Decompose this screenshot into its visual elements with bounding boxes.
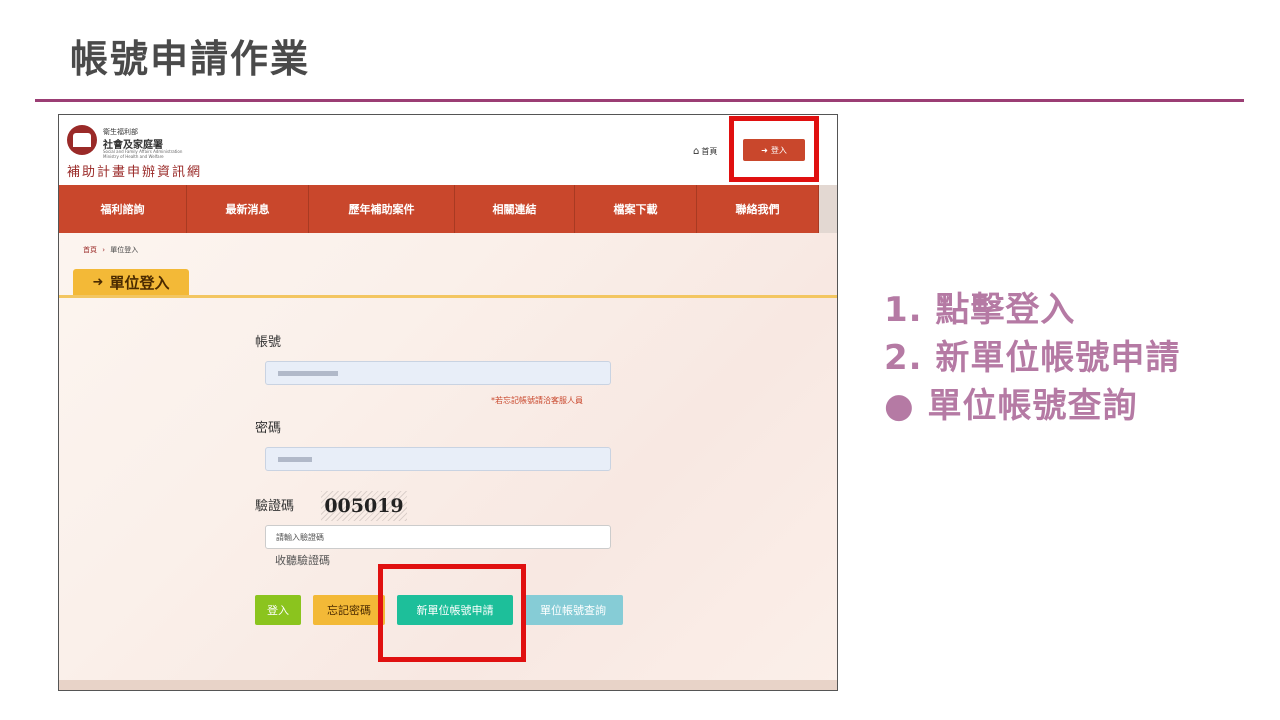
captcha-placeholder: 請輸入驗證碼 [276, 533, 324, 542]
captcha-input[interactable]: 請輸入驗證碼 [265, 525, 611, 549]
forgot-password-button[interactable]: 忘記密碼 [313, 595, 385, 625]
highlight-new-account [378, 564, 526, 662]
org-name-english: Social and Family Affairs Administration… [103, 149, 183, 159]
title-divider [35, 99, 1244, 102]
account-label: 帳號 [255, 335, 282, 350]
breadcrumb: 首頁 › 單位登入 [83, 245, 138, 255]
nav-item-links[interactable]: 相關連結 [455, 185, 575, 233]
password-input[interactable] [265, 447, 611, 471]
listen-captcha-link[interactable]: 收聽驗證碼 [275, 552, 330, 568]
nav-item-news[interactable]: 最新消息 [187, 185, 309, 233]
password-label: 密碼 [255, 421, 282, 436]
page-tab: ➜ 單位登入 [73, 269, 189, 295]
account-query-button[interactable]: 單位帳號查詢 [523, 595, 623, 625]
highlight-header-login [729, 116, 819, 182]
masked-password-value [278, 457, 312, 462]
step-3: ● 單位帳號查詢 [884, 386, 1138, 426]
breadcrumb-current: 單位登入 [110, 246, 139, 254]
sign-in-icon: ➜ [92, 274, 104, 290]
account-input[interactable] [265, 361, 611, 385]
site-name: 補助計畫申辦資訊網 [67, 165, 203, 180]
nav-item-past-grants[interactable]: 歷年補助案件 [309, 185, 455, 233]
slide-title: 帳號申請作業 [70, 37, 311, 81]
captcha-label: 驗證碼 [255, 499, 295, 514]
login-button[interactable]: 登入 [255, 595, 301, 625]
home-link-label: 首頁 [701, 147, 718, 156]
captcha-image: 005019 [321, 491, 407, 521]
nav-item-welfare-consult[interactable]: 福利諮詢 [59, 185, 187, 233]
home-icon: ⌂ [693, 146, 700, 157]
nav-tail [819, 185, 837, 233]
nav-item-downloads[interactable]: 檔案下載 [575, 185, 697, 233]
step-1: 1. 點擊登入 [884, 290, 1076, 330]
home-link[interactable]: ⌂ 首頁 [693, 146, 717, 157]
steps-list: 1. 點擊登入 2. 新單位帳號申請 ● 單位帳號查詢 [884, 286, 1180, 430]
page-tab-label: 單位登入 [109, 273, 170, 292]
step-2: 2. 新單位帳號申請 [884, 338, 1181, 378]
site-header: 衛生福利部 社會及家庭署 Social and Family Affairs A… [59, 115, 837, 185]
nav-item-contact[interactable]: 聯絡我們 [697, 185, 819, 233]
breadcrumb-separator: › [102, 246, 106, 254]
masked-account-value [278, 371, 338, 376]
ministry-logo-icon [67, 125, 97, 155]
forgot-account-note: *若忘記帳號請洽客服人員 [491, 396, 583, 405]
main-nav: 福利諮詢 最新消息 歷年補助案件 相關連結 檔案下載 聯絡我們 [59, 185, 819, 233]
page-bottom-band [59, 680, 837, 690]
tab-underline [59, 295, 837, 298]
breadcrumb-home[interactable]: 首頁 [83, 246, 97, 254]
